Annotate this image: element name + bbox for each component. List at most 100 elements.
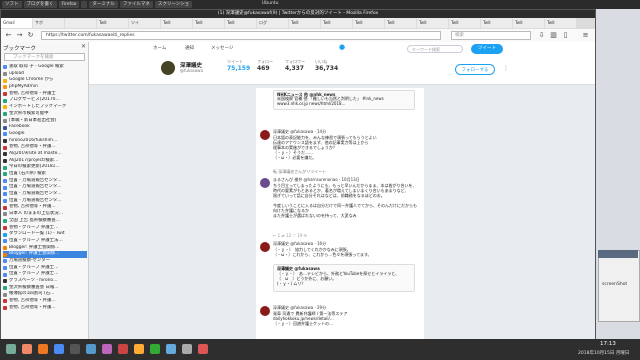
bookmark-item[interactable]: 速取 取得 子 - Google 検索 bbox=[3, 64, 87, 71]
top-panel-item[interactable]: ブログを書く bbox=[23, 1, 57, 8]
clock-time[interactable]: 17:13 bbox=[600, 341, 616, 347]
bookmark-item[interactable]: グラスベーツ - hirono… bbox=[3, 278, 87, 285]
bookmark-item[interactable]: Blogger: 弁護士会関係… bbox=[3, 245, 87, 252]
back-icon[interactable]: ← bbox=[4, 31, 13, 40]
bookmark-item[interactable]: AkJ2017/project/検索… bbox=[3, 158, 87, 165]
bookmark-item[interactable]: 位置 - 万場道報告センタ… bbox=[3, 178, 87, 185]
bookmark-item[interactable]: 巻物, 吉祥他等 - 弁護士 bbox=[3, 91, 87, 98]
chrome-icon[interactable] bbox=[54, 344, 64, 354]
bookmark-item[interactable]: 全国 上告 島県検察審査… bbox=[3, 218, 87, 225]
avatar[interactable] bbox=[260, 130, 270, 140]
browser-tab[interactable]: Twit bbox=[97, 18, 128, 28]
terminal-icon[interactable] bbox=[70, 344, 80, 354]
bookmark-item[interactable]: 金沢県市検索可能中 bbox=[3, 111, 87, 118]
bookmark-item[interactable]: Blogger: 弁護士会関係… bbox=[3, 251, 87, 258]
library-icon[interactable]: ▥ bbox=[549, 31, 558, 40]
image-viewer-icon[interactable] bbox=[102, 344, 112, 354]
avatar[interactable] bbox=[161, 61, 175, 75]
nav-messages[interactable]: メッセージ bbox=[211, 45, 233, 51]
twitter-search-input[interactable]: キーワード検索 bbox=[407, 45, 463, 53]
forward-icon[interactable]: → bbox=[15, 31, 24, 40]
bookmark-item[interactable]: 位置・グループ 弁護士… bbox=[3, 271, 87, 278]
bookmark-item[interactable]: 日本人 のままの上信状況… bbox=[3, 211, 87, 218]
browser-search-input[interactable]: 検索 bbox=[451, 31, 531, 40]
browser-tab[interactable]: Twit bbox=[289, 18, 320, 28]
browser-tab[interactable]: ツイ bbox=[129, 18, 160, 28]
files-icon[interactable] bbox=[22, 344, 32, 354]
sidebar-toggle-icon[interactable]: ▯ bbox=[561, 31, 570, 40]
bookmark-item[interactable]: ブログサービス[20170… bbox=[3, 97, 87, 104]
browser-tab[interactable]: Twit bbox=[321, 18, 352, 28]
tweet[interactable]: 深澤議史 @fukasawa · 14分 日本語の表記能力を、みんな練習で頑張っ… bbox=[256, 128, 424, 164]
stat-following[interactable]: フォロー 469 bbox=[257, 59, 273, 72]
browser-tab[interactable] bbox=[65, 18, 96, 28]
bookmark-item[interactable]: Facebook bbox=[3, 124, 87, 131]
bookmark-item[interactable]: 万場道検察-センター bbox=[3, 258, 87, 265]
firefox-icon[interactable] bbox=[38, 344, 48, 354]
bookmark-item[interactable]: hirono2016/fukshim… bbox=[3, 138, 87, 145]
folder-icon[interactable] bbox=[134, 344, 144, 354]
bookmark-search-input[interactable]: ブックマークを検索 bbox=[4, 53, 85, 61]
more-options-icon[interactable]: ⋮ bbox=[503, 65, 509, 72]
bookmark-item[interactable]: 巻物, 吉祥他等・弁護… bbox=[3, 204, 87, 211]
bookmark-item[interactable]: upload bbox=[3, 71, 87, 78]
stat-tweets[interactable]: ツイート 75,159 bbox=[227, 59, 250, 72]
tweet-actions[interactable]: ↩ 1 ⇄ 12 ♡ 19 ✉ bbox=[273, 233, 307, 238]
bookmark-item[interactable]: 巻物・グループ 弁護士… bbox=[3, 225, 87, 232]
background-window-titlebar[interactable] bbox=[598, 250, 638, 258]
app-menu-icon[interactable] bbox=[6, 344, 16, 354]
follow-button[interactable]: フォローする bbox=[455, 64, 495, 75]
quoted-tweet[interactable]: NHKニュース 他 @nhk_news 米国検察 官補 他 「難しいも当然と判明… bbox=[273, 90, 415, 110]
bookmark-item[interactable]: 今日の検索更新[20181… bbox=[3, 164, 87, 171]
top-panel-item[interactable]: ファイルマネ bbox=[119, 1, 153, 8]
bookmark-item[interactable]: 位置・グループ 弁護士法… bbox=[3, 238, 87, 245]
browser-tab[interactable]: Twit bbox=[545, 18, 576, 28]
bookmark-item[interactable]: phpMyAdmin bbox=[3, 84, 87, 91]
top-panel-item[interactable]: ターミナル bbox=[89, 1, 118, 8]
bookmark-item[interactable]: 帳簿館の1四割司 (石… bbox=[3, 291, 87, 298]
browser-tab[interactable]: Twit bbox=[225, 18, 256, 28]
bookmark-item[interactable]: Google Chrome から bbox=[3, 77, 87, 84]
top-panel-item[interactable]: スクリーンショ bbox=[154, 1, 193, 8]
menu-icon[interactable]: ≡ bbox=[581, 31, 590, 40]
stat-followers[interactable]: フォロワー 4,337 bbox=[285, 59, 305, 72]
top-panel-item[interactable] bbox=[81, 1, 88, 8]
bookmark-item[interactable]: ダウンロード一覧 (1) - Twit bbox=[3, 231, 87, 238]
top-panel-item[interactable]: ソフト bbox=[2, 1, 22, 8]
nav-notifications[interactable]: 通知 bbox=[185, 45, 194, 51]
browser-tab[interactable]: Twit bbox=[353, 18, 384, 28]
avatar[interactable] bbox=[260, 306, 270, 316]
browser-tab[interactable]: Twit bbox=[193, 18, 224, 28]
bookmark-item[interactable]: [本職・新日本進出社会] bbox=[3, 118, 87, 125]
bookmark-item[interactable]: Google bbox=[3, 131, 87, 138]
bookmark-item[interactable]: AkJ2019/site at maste… bbox=[3, 151, 87, 158]
browser-tab[interactable]: Gmail bbox=[1, 18, 32, 28]
tweet[interactable]: 深澤議史 @fukasawa · 16分 （・ｙ・） 協力してくれかかなみに頑張… bbox=[256, 240, 424, 260]
nav-home[interactable]: ホーム bbox=[153, 45, 166, 51]
quoted-tweet[interactable]: 深澤議史 @fukasawa （・ｙ・） あ…テレビから、外務とYouTubeを… bbox=[273, 264, 415, 292]
browser-tab[interactable]: サポ bbox=[33, 18, 64, 28]
top-panel-item[interactable]: Firefox bbox=[58, 1, 80, 8]
bookmark-item[interactable]: インポートしたブックマーク bbox=[3, 104, 87, 111]
bookmark-item[interactable]: 巻物, 吉祥他等・弁護… bbox=[3, 298, 87, 305]
bookmark-item[interactable]: 位置 - 万場道報告センタ… bbox=[3, 198, 87, 205]
screenshot-icon[interactable] bbox=[182, 344, 192, 354]
media-icon[interactable] bbox=[118, 344, 128, 354]
stat-likes[interactable]: いいね 36,734 bbox=[315, 59, 338, 72]
tweet[interactable]: 深澤議史 @fukasawa · 29分 発車 司通で 費新弁護師 / 第一法等… bbox=[256, 304, 424, 336]
editor-icon[interactable] bbox=[86, 344, 96, 354]
bookmark-item[interactable]: 巻物, 吉祥他等・弁護… bbox=[3, 144, 87, 151]
settings-icon[interactable] bbox=[166, 344, 176, 354]
bookmark-item[interactable]: 巻物, 吉祥他等・弁護… bbox=[3, 305, 87, 312]
browser-tab[interactable]: Twit bbox=[417, 18, 448, 28]
bookmark-item[interactable]: 位置 - 万場道報告センタ… bbox=[3, 191, 87, 198]
browser-tab[interactable]: ログ bbox=[257, 18, 288, 28]
avatar[interactable] bbox=[260, 242, 270, 252]
twitter-bird-icon[interactable]: ● bbox=[339, 43, 345, 51]
browser-tab[interactable]: Twit bbox=[449, 18, 480, 28]
browser-tab[interactable]: Twit bbox=[481, 18, 512, 28]
bookmark-item[interactable]: 位置 (石川県) 検索 bbox=[3, 171, 87, 178]
downloads-icon[interactable]: ⇩ bbox=[537, 31, 546, 40]
browser-tab[interactable]: Twit bbox=[385, 18, 416, 28]
avatar[interactable] bbox=[260, 178, 270, 188]
